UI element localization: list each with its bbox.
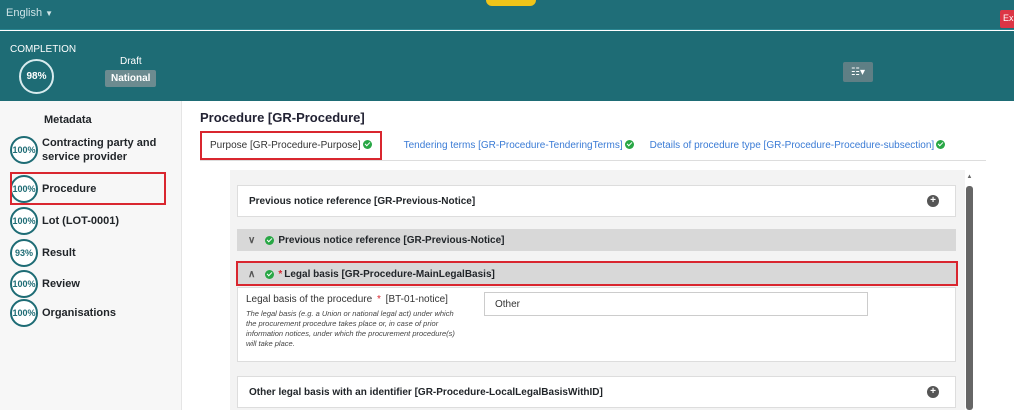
card-title: Previous notice reference [GR-Previous-N… bbox=[249, 195, 476, 207]
page-title: Procedure [GR-Procedure] bbox=[200, 110, 365, 125]
sidebar-item-organisations[interactable]: 100% Organisations bbox=[10, 299, 116, 327]
completion-badge: 93% bbox=[10, 239, 38, 267]
sidebar-item-label: Organisations bbox=[42, 307, 116, 319]
other-legal-basis-card[interactable]: Other legal basis with an identifier [GR… bbox=[237, 376, 956, 408]
legal-basis-field-label: Legal basis of the procedure * [BT-01-no… bbox=[246, 294, 448, 305]
scroll-up-arrow[interactable]: ▲ bbox=[966, 174, 973, 180]
completion-badge: 100% bbox=[10, 270, 38, 298]
top-bar: English ▼ Ex bbox=[0, 0, 1014, 30]
sidebar-item-label: Procedure bbox=[42, 183, 97, 195]
tab-procedure-type[interactable]: Details of procedure type [GR-Procedure-… bbox=[650, 140, 946, 151]
chevron-down-icon: ∨ bbox=[248, 234, 256, 246]
sidebar-item-contracting-party[interactable]: 100% Contracting party and service provi… bbox=[10, 136, 157, 164]
group-title: Previous notice reference [GR-Previous-N… bbox=[278, 234, 505, 246]
required-marker: * bbox=[376, 294, 381, 305]
tab-label: Tendering terms [GR-Procedure-TenderingT… bbox=[403, 139, 623, 151]
add-icon[interactable]: + bbox=[927, 386, 939, 398]
sidebar-item-label: Result bbox=[42, 247, 76, 259]
completion-badge: 100% bbox=[10, 207, 38, 235]
completion-badge: 100% bbox=[10, 136, 38, 164]
chevron-down-icon: ▼ bbox=[45, 9, 53, 18]
status-label: Draft bbox=[120, 56, 142, 67]
check-circle-icon bbox=[265, 269, 275, 279]
tab-tendering-terms[interactable]: Tendering terms [GR-Procedure-TenderingT… bbox=[404, 140, 634, 151]
sidebar-heading[interactable]: Metadata bbox=[44, 114, 92, 126]
sidebar-item-review[interactable]: 100% Review bbox=[10, 270, 80, 298]
scrollbar-thumb[interactable] bbox=[966, 186, 973, 410]
field-label-text: Legal basis of the procedure bbox=[246, 294, 373, 305]
tab-label: Purpose [GR-Procedure-Purpose] bbox=[210, 139, 361, 151]
field-code: [BT-01-notice] bbox=[385, 294, 448, 305]
check-circle-icon bbox=[362, 140, 372, 150]
tab-label: Details of procedure type [GR-Procedure-… bbox=[649, 139, 935, 151]
previous-notice-group-header[interactable]: ∨ Previous notice reference [GR-Previous… bbox=[237, 229, 956, 251]
check-circle-icon bbox=[265, 235, 275, 245]
tab-bar: Purpose [GR-Procedure-Purpose] Tendering… bbox=[200, 130, 961, 160]
top-indicator bbox=[486, 0, 536, 6]
divider bbox=[200, 160, 986, 161]
check-circle-icon bbox=[936, 140, 946, 150]
language-selector[interactable]: English ▼ bbox=[6, 7, 53, 19]
legal-basis-input[interactable] bbox=[484, 292, 868, 316]
check-circle-icon bbox=[624, 140, 634, 150]
sidebar-item-lot[interactable]: 100% Lot (LOT-0001) bbox=[10, 207, 119, 235]
settings-dropdown-button[interactable]: ☷▾ bbox=[843, 62, 873, 82]
sidebar-item-label: Review bbox=[42, 278, 80, 290]
previous-notice-card[interactable]: Previous notice reference [GR-Previous-N… bbox=[237, 185, 956, 217]
sidebar-item-label: Lot (LOT-0001) bbox=[42, 215, 120, 227]
legal-basis-group-header[interactable]: ∧ * Legal basis [GR-Procedure-MainLegalB… bbox=[237, 263, 956, 285]
completion-title: COMPLETION bbox=[10, 44, 77, 55]
exit-button[interactable]: Ex bbox=[1000, 10, 1014, 28]
add-icon[interactable]: + bbox=[927, 195, 939, 207]
sidebar-item-label: Contracting party and service provider bbox=[42, 137, 157, 163]
legal-basis-help-text: The legal basis (e.g. a Union or nationa… bbox=[246, 309, 455, 348]
tab-purpose[interactable]: Purpose [GR-Procedure-Purpose] bbox=[200, 130, 382, 160]
completion-badge: 100% bbox=[10, 175, 38, 203]
chevron-up-icon: ∧ bbox=[248, 268, 256, 280]
sliders-icon: ☷▾ bbox=[851, 66, 865, 78]
completion-percentage: 98% bbox=[19, 59, 54, 94]
group-title: Legal basis [GR-Procedure-MainLegalBasis… bbox=[284, 268, 495, 280]
required-marker: * bbox=[278, 268, 283, 280]
sidebar-item-result[interactable]: 93% Result bbox=[10, 239, 76, 267]
card-title: Other legal basis with an identifier [GR… bbox=[249, 386, 603, 398]
sidebar-item-procedure[interactable]: 100% Procedure bbox=[10, 175, 96, 203]
language-label: English bbox=[6, 7, 43, 19]
completion-badge: 100% bbox=[10, 299, 38, 327]
scope-badge: National bbox=[105, 70, 157, 87]
